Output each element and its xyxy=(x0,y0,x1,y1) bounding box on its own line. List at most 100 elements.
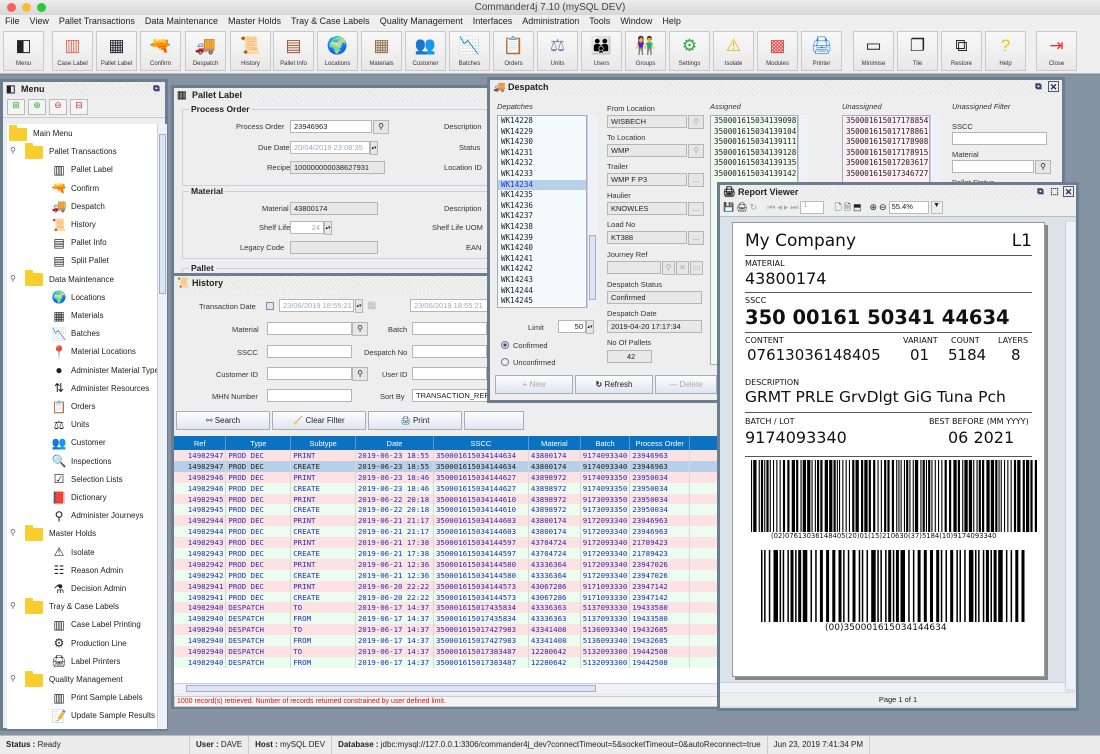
expand-toggle-icon[interactable]: ⚲ xyxy=(10,528,16,537)
scroll-thumb[interactable] xyxy=(589,235,596,300)
table-row[interactable]: 14982940 DESPATCH TO 2019-06-17 14:37 350001… xyxy=(174,624,720,636)
tree-item-pallet-transactions[interactable]: Pallet Transactions xyxy=(25,142,117,161)
list-item[interactable]: WK14233 xyxy=(498,169,586,180)
list-item[interactable]: 350001615034139111 xyxy=(711,137,797,148)
expand-toggle-icon[interactable]: ⚲ xyxy=(10,274,16,283)
tree-item-selection-lists[interactable]: ☑ Selection Lists xyxy=(51,471,123,489)
zoom-out-icon[interactable]: ⊖ xyxy=(879,202,887,213)
shelf-life-spinner[interactable]: ▴▾ xyxy=(324,221,332,235)
table-row[interactable]: 14982947 PROD DEC CREATE 2019-06-23 18:55 35… xyxy=(174,460,720,472)
journey-edit-icon[interactable]: ▭ xyxy=(690,261,703,275)
list-item[interactable]: WK14244 xyxy=(498,286,586,297)
list-item[interactable]: WK14231 xyxy=(498,148,586,159)
material-lookup-icon[interactable]: ⚲ xyxy=(352,322,368,336)
toolbar-history-button[interactable]: 📜 History xyxy=(230,31,271,71)
table-row[interactable]: 14982946 PROD DEC PRINT 2019-06-23 18:46 350… xyxy=(174,471,720,483)
scroll-thumb[interactable] xyxy=(186,685,596,692)
to-location-lookup-icon[interactable]: ⚲ xyxy=(688,144,704,158)
page-number-input[interactable]: 1 xyxy=(800,201,825,214)
limit-spinner[interactable]: ▴▾ xyxy=(586,320,594,334)
print-icon[interactable]: 🖨 xyxy=(736,202,747,213)
close-icon[interactable]: ✕ xyxy=(1063,186,1074,197)
calendar-icon[interactable]: ▦ xyxy=(367,300,376,311)
expand-toggle-icon[interactable]: ⚲ xyxy=(10,674,16,683)
despatches-scrollbar[interactable] xyxy=(587,115,597,308)
despatches-list[interactable]: WK14228 WK14229 WK14230 WK14231 WK14232 WK142… xyxy=(497,115,587,308)
tree-item-reason-admin[interactable]: ☷ Reason Admin xyxy=(51,562,123,580)
tree-item-split-pallet[interactable]: ▤ Split Pallet xyxy=(51,252,108,270)
tree-item-administer-journeys[interactable]: ⚲ Administer Journeys xyxy=(51,507,144,525)
zoom-in-icon[interactable]: ⊕ xyxy=(870,202,878,213)
confirmed-radio[interactable] xyxy=(501,341,509,349)
list-item[interactable]: 350001615034139128 xyxy=(711,148,797,159)
next-page-icon[interactable]: ▸ xyxy=(784,202,789,213)
list-item[interactable]: 350001615017178861 xyxy=(843,127,929,138)
table-row[interactable]: 14982944 PROD DEC CREATE 2019-06-21 21:17 35… xyxy=(174,526,720,538)
tree-item-orders[interactable]: 📋 Orders xyxy=(51,398,96,416)
list-item[interactable]: WK14240 xyxy=(498,243,586,254)
menu-master-holds[interactable]: Master Holds xyxy=(228,15,281,28)
tree-item-data-maintenance[interactable]: Data Maintenance xyxy=(25,270,114,289)
tree-item-materials[interactable]: ▦ Materials xyxy=(51,307,103,325)
toolbar-settings-button[interactable]: ⚙ Settings xyxy=(669,31,710,71)
list-item[interactable]: WK14243 xyxy=(498,275,586,286)
menu-interfaces[interactable]: Interfaces xyxy=(473,15,513,28)
date-to-input[interactable]: 23/06/2019 18:55:21 xyxy=(410,299,490,312)
menu-tree-scrollbar[interactable] xyxy=(157,124,167,729)
table-row[interactable]: 14982941 PROD DEC PRINT 2019-06-20 22:22 350… xyxy=(174,580,720,592)
expand-toggle-icon[interactable]: ⚲ xyxy=(10,601,16,610)
collapse-node-icon[interactable]: ⊖ xyxy=(49,99,67,115)
journey-clear-icon[interactable]: ✕ xyxy=(676,261,689,275)
tree-item-material-locations[interactable]: 📍 Material Locations xyxy=(51,343,136,361)
list-item[interactable]: 350001615034139104 xyxy=(711,127,797,138)
tree-item-inspections[interactable]: 🔍 Inspections xyxy=(51,453,112,471)
user-id-input[interactable] xyxy=(412,367,487,380)
table-row[interactable]: 14982942 PROD DEC PRINT 2019-06-21 12:36 350… xyxy=(174,558,720,570)
list-item[interactable]: WK14228 xyxy=(498,116,586,127)
toolbar-materials-button[interactable]: ▦ Materials xyxy=(361,31,402,71)
menu-window[interactable]: Window xyxy=(620,15,652,28)
delete-button[interactable]: — Delete xyxy=(655,375,717,394)
tree-item-units[interactable]: ⚖ Units xyxy=(51,416,90,434)
haulier-browse-button[interactable]: … xyxy=(688,202,704,216)
toolbar-close-button[interactable]: ⇥ Close xyxy=(1036,31,1077,71)
tree-item-quality-management[interactable]: Quality Management xyxy=(25,670,123,689)
filter-material-lookup-icon[interactable]: ⚲ xyxy=(1035,160,1051,174)
batch-input[interactable] xyxy=(412,322,487,335)
list-item[interactable]: 350001615034139142 xyxy=(711,169,797,180)
list-item[interactable]: WK14230 xyxy=(498,137,586,148)
column-header-sscc[interactable]: SSCC xyxy=(433,436,529,450)
unconfirmed-radio[interactable] xyxy=(501,358,509,366)
report-vscrollbar[interactable] xyxy=(1065,222,1075,689)
tree-item-batches[interactable]: 📉 Batches xyxy=(51,325,100,343)
menu-help[interactable]: Help xyxy=(662,15,681,28)
toolbar-isolate-button[interactable]: ⚠ Isolate xyxy=(713,31,754,71)
fit-width-icon[interactable]: ⬒ xyxy=(853,202,862,213)
column-header-ref[interactable]: Ref xyxy=(174,436,227,450)
toolbar-minimise-button[interactable]: ▭ Minimise xyxy=(853,31,894,71)
close-icon[interactable]: ✕ xyxy=(1048,81,1059,92)
journey-lookup-icon[interactable]: ⚲ xyxy=(662,261,675,275)
filter-sscc-input[interactable] xyxy=(952,132,1047,145)
toolbar-help-button[interactable]: ? Help xyxy=(985,31,1026,71)
mhn-number-input[interactable] xyxy=(267,389,352,402)
toolbar-printer-button[interactable]: 🖨 Printer xyxy=(801,31,842,71)
list-item[interactable]: WK14237 xyxy=(498,211,586,222)
table-row[interactable]: 14982947 PROD DEC PRINT 2019-06-23 18:55 350… xyxy=(174,450,720,461)
tree-item-master-holds[interactable]: Master Holds xyxy=(25,524,96,543)
table-row[interactable]: 14982940 DESPATCH FROM 2019-06-17 14:37 3500… xyxy=(174,613,720,625)
expand-node-icon[interactable]: ⊕ xyxy=(28,99,46,115)
lookup-binoculars-icon[interactable]: ⚲ xyxy=(373,120,389,134)
date-from-spinner[interactable]: ▴▾ xyxy=(355,299,363,313)
expand-toggle-icon[interactable]: ⚲ xyxy=(10,146,16,155)
actual-size-icon[interactable]: 🗋 xyxy=(834,200,841,216)
filter-material-input[interactable] xyxy=(952,160,1034,173)
toolbar-case-label-button[interactable]: ▥ Case Label xyxy=(52,31,93,71)
tree-item-case-label-printing[interactable]: ▥ Case Label Printing xyxy=(51,616,141,634)
history-hscrollbar[interactable] xyxy=(174,683,720,693)
new-button[interactable]: + New xyxy=(495,375,573,394)
tree-item-tray-case-labels[interactable]: Tray & Case Labels xyxy=(25,597,119,616)
toolbar-units-button[interactable]: ⚖ Units xyxy=(537,31,578,71)
zoom-window-button[interactable] xyxy=(37,3,46,12)
toolbar-pallet-label-button[interactable]: ▦ Pallet Label xyxy=(96,31,137,71)
